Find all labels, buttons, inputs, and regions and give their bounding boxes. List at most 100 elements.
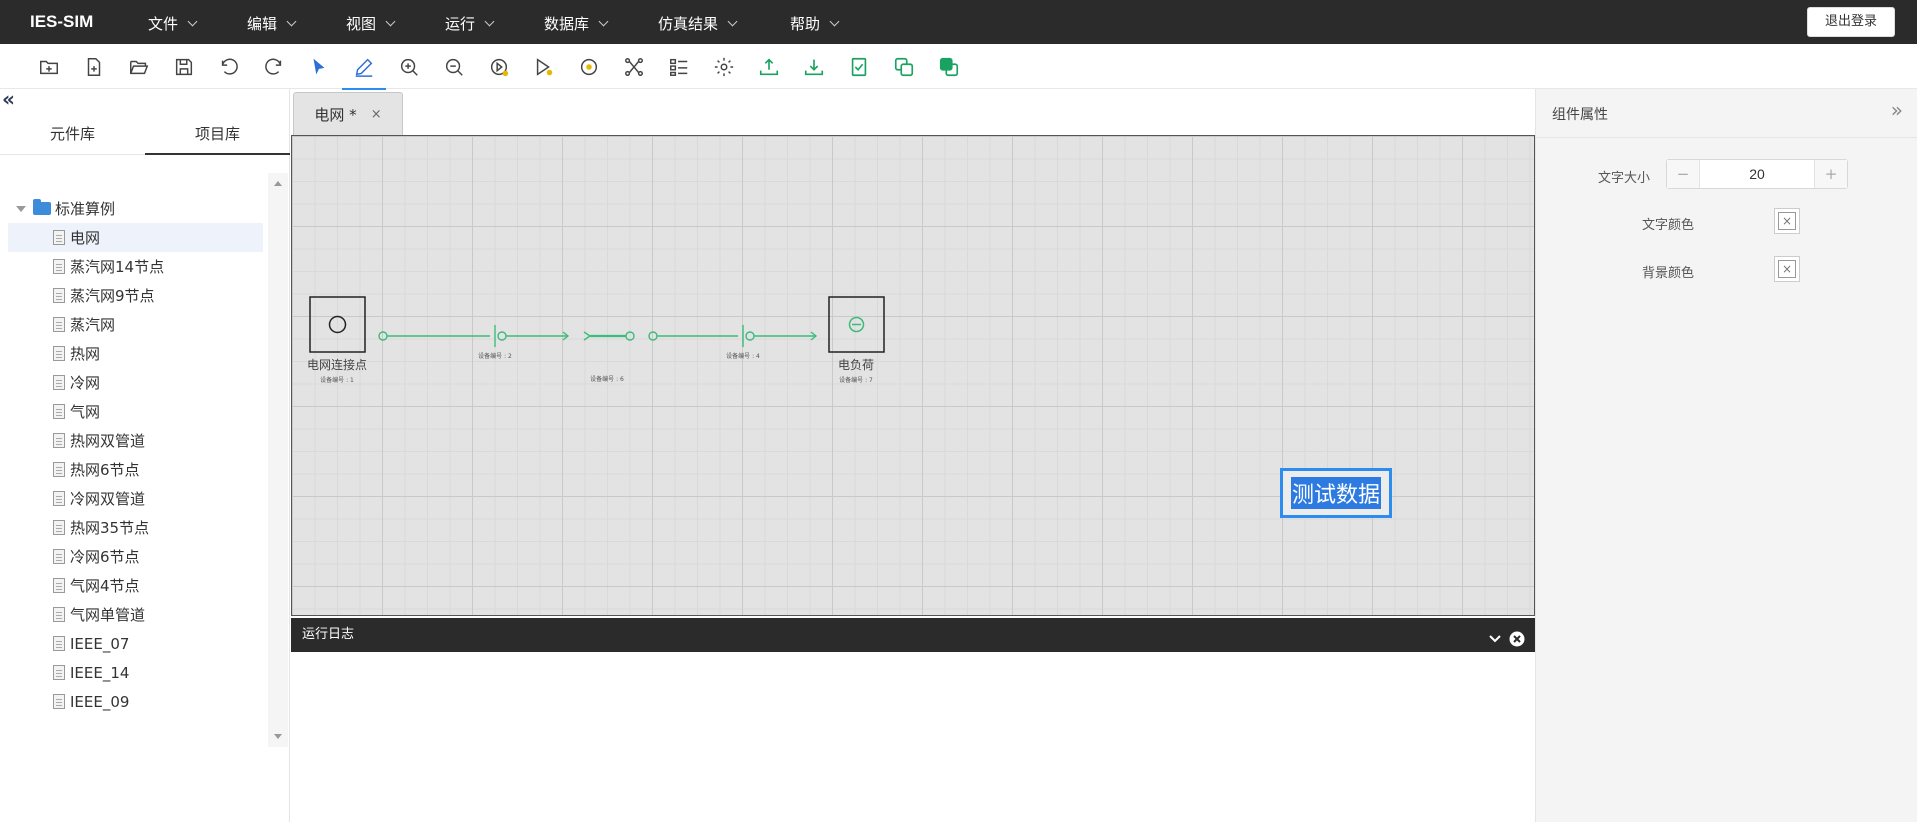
new-folder-icon[interactable] [35,53,63,81]
run-step-icon[interactable] [530,53,558,81]
text-color-picker[interactable]: × [1774,208,1800,234]
tree-item[interactable]: 热网35节点 [8,513,263,542]
tree-folder-standard-cases[interactable]: 标准算例 [8,194,263,223]
tree-item-label: IEEE_14 [70,663,130,682]
text-element-content[interactable]: 测试数据 [1290,477,1381,509]
tree-item-label: 蒸汽网14节点 [70,258,165,276]
menu-bar: IES-SIM 文件 编辑 视图 运行 数据库 仿真结果 帮助 退出登录 [0,0,1917,44]
menu-label: 仿真结果 [658,15,719,33]
save-icon[interactable] [170,53,198,81]
app-root: IES-SIM 文件 编辑 视图 运行 数据库 仿真结果 帮助 退出登录 « 元… [0,0,1917,822]
expand-right-icon[interactable]: » [1891,98,1903,122]
chevron-down-icon [484,16,495,27]
chevron-down-icon [286,16,297,27]
list-settings-icon[interactable] [665,53,693,81]
tree-item-label: 热网35节点 [70,519,150,537]
tree-item[interactable]: IEEE_07 [8,629,263,658]
electric-load-block[interactable] [828,296,885,353]
tree-item[interactable]: 气网 [8,397,263,426]
tree-item-label: 气网单管道 [70,606,146,624]
tree-item[interactable]: IEEE_14 [8,658,263,687]
tree-item[interactable]: 气网单管道 [8,600,263,629]
properties-panel: 组件属性 » 文字大小 − + 文字颜色 × 背景颜色 × [1535,89,1917,822]
collapse-left-icon[interactable]: « [2,89,15,109]
document-icon [53,549,65,564]
menu-view[interactable]: 视图 [346,13,396,34]
undo-icon[interactable] [215,53,243,81]
tab-project-library[interactable]: 项目库 [145,113,290,155]
upload-icon[interactable] [755,53,783,81]
tree-item-label: IEEE_07 [70,634,130,653]
tree-item[interactable]: 气网4节点 [8,571,263,600]
background-color-picker[interactable]: × [1774,256,1800,282]
increase-button[interactable]: + [1815,160,1847,188]
tree-item[interactable]: 蒸汽网 [8,310,263,339]
tree-item-label: 电网 [70,229,101,247]
menu-edit[interactable]: 编辑 [247,13,297,34]
redo-icon[interactable] [260,53,288,81]
run-play-icon[interactable] [485,53,513,81]
zoom-in-icon[interactable] [395,53,423,81]
grid-source-block[interactable] [309,296,366,353]
tab-component-library[interactable]: 元件库 [0,113,145,155]
document-icon [53,375,65,390]
run-log-header: 运行日志 [291,618,1535,652]
tree-folder-label: 标准算例 [55,200,116,218]
menu-label: 编辑 [247,15,278,33]
download-icon[interactable] [800,53,828,81]
font-size-stepper[interactable]: − + [1666,159,1848,189]
grid-source-label: 电网连接点 [307,357,367,372]
menu-run[interactable]: 运行 [445,13,495,34]
settings-gear-icon[interactable] [710,53,738,81]
tree-item[interactable]: IEEE_09 [8,687,263,716]
decrease-button[interactable]: − [1667,160,1699,188]
tree-item[interactable]: 热网 [8,339,263,368]
topology-icon[interactable] [620,53,648,81]
tree-item[interactable]: 冷网 [8,368,263,397]
layer-stack-icon[interactable] [935,53,963,81]
tree-item[interactable]: 蒸汽网14节点 [8,252,263,281]
checklist-icon[interactable] [845,53,873,81]
document-icon [53,346,65,361]
run-log-title: 运行日志 [302,627,355,642]
scroll-up-icon[interactable] [274,181,282,186]
tree-item[interactable]: 冷网6节点 [8,542,263,571]
select-pointer-icon[interactable] [305,53,333,81]
menu-sim-results[interactable]: 仿真结果 [658,13,738,34]
new-file-icon[interactable] [80,53,108,81]
copy-layer-icon[interactable] [890,53,918,81]
power-line-segments[interactable] [378,325,818,347]
tree-item[interactable]: 冷网双管道 [8,484,263,513]
menu-file[interactable]: 文件 [148,13,198,34]
tree-item-label: 冷网双管道 [70,490,146,508]
tree-item-label: 蒸汽网 [70,316,116,334]
stop-circle-icon[interactable] [575,53,603,81]
empty-color-icon: × [1778,212,1796,230]
menu-label: 帮助 [790,15,821,33]
open-folder-icon[interactable] [125,53,153,81]
document-icon [53,578,65,593]
tree-scrollbar[interactable] [268,173,288,747]
menu-database[interactable]: 数据库 [544,13,609,34]
tree-item[interactable]: 热网6节点 [8,455,263,484]
caret-down-icon[interactable] [16,205,26,212]
toolbar [0,44,1917,90]
close-icon[interactable]: × [371,107,382,122]
tree-item[interactable]: 电网 [8,223,263,252]
left-tabs: 元件库 项目库 [0,113,290,155]
pencil-icon[interactable] [342,53,386,90]
tree-item[interactable]: 蒸汽网9节点 [8,281,263,310]
left-panel: « 元件库 项目库 标准算例 电网 蒸汽网14节点 蒸汽网9节点 蒸汽网 热网 … [0,89,290,822]
tree-item[interactable]: 热网双管道 [8,426,263,455]
tab-label: 电网 * [314,105,357,124]
zoom-out-icon[interactable] [440,53,468,81]
font-size-input[interactable] [1699,160,1815,188]
empty-color-icon: × [1778,260,1796,278]
text-element-editing[interactable]: 测试数据 [1280,468,1392,518]
menu-help[interactable]: 帮助 [790,13,840,34]
tab-document-power-grid[interactable]: 电网 * × [293,92,403,135]
scroll-down-icon[interactable] [274,734,282,739]
document-icon [53,607,65,622]
logout-button[interactable]: 退出登录 [1807,7,1895,37]
diagram-canvas[interactable]: 电网连接点 电负荷 设备编号 : 1 设备编号 : 2 设备编号 : 6 设备编… [291,135,1535,616]
